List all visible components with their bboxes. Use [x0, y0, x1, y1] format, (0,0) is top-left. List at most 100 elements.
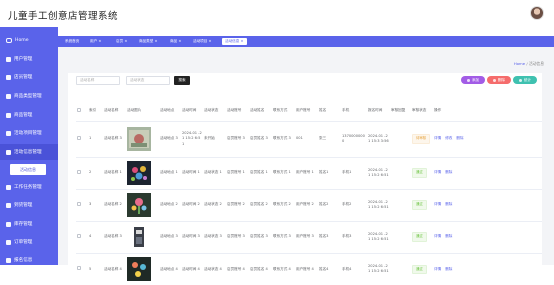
sidebar-item-orders[interactable]: 订单管理 — [0, 234, 58, 250]
sidebar-item-stock[interactable]: 库存管理 — [0, 216, 58, 232]
table-row[interactable]: 4 活动名称 3 活动地点 3 活动时间 3 活动状态 3 店员账号 3 店员姓… — [76, 221, 542, 253]
edit-button[interactable]: 修改 — [445, 136, 452, 140]
sidebar-item-home[interactable]: Home — [0, 32, 58, 48]
main-content: Home / 活动信息 活动名称 活动状态 搜索 添加 删除 统计 索引 活动名… — [58, 47, 554, 282]
cell-uname: 姓名3 — [319, 234, 329, 239]
list-panel: 活动名称 活动状态 搜索 添加 删除 统计 索引 活动名称 活动图片 活动地点 — [68, 73, 542, 282]
cell-acct-name: 店员姓名 2 — [250, 202, 268, 207]
cell-actions: 详情 删除 — [433, 157, 508, 189]
table-row[interactable]: 3 活动名称 2 活动地点 2 活动时间 2 活动状态 2 店员账号 2 店员姓… — [76, 189, 542, 221]
sidebar-item-arrival[interactable]: 到货管理 — [0, 197, 58, 213]
order-icon — [6, 239, 11, 245]
cell-acct: 店员账号 2 — [227, 202, 245, 207]
table-row[interactable]: 5 活动名称 4 活动地点 4 活动时间 4 活动状态 4 店员账号 4 店员姓… — [76, 253, 542, 285]
goods-icon — [6, 112, 11, 118]
delete-row-button[interactable]: 删除 — [445, 170, 452, 174]
cell-place: 活动地点 4 — [160, 266, 178, 271]
activity-status-input[interactable]: 活动状态 — [126, 76, 170, 85]
table-row[interactable]: 1 活动名称 3 活动地点 3 2024-01 -21 15:2 6:51 未开… — [76, 121, 542, 157]
activity-image[interactable] — [127, 161, 151, 185]
activity-name-input[interactable]: 活动名称 — [76, 76, 120, 85]
column-header: 姓名 — [319, 108, 327, 112]
task-icon — [6, 184, 11, 190]
view-button[interactable]: 详情 — [434, 267, 441, 271]
project-icon — [6, 130, 11, 136]
delete-row-button[interactable]: 删除 — [445, 234, 452, 238]
top-header: 儿童手工创意店管理系统 — [0, 0, 554, 27]
sidebar-item-tasks[interactable]: 工作任务管理 — [0, 179, 58, 195]
cell-place: 活动地点 2 — [160, 202, 178, 207]
home-icon — [6, 37, 12, 43]
activity-image[interactable] — [127, 127, 151, 151]
activity-image[interactable] — [127, 257, 151, 282]
search-button[interactable]: 搜索 — [174, 76, 190, 85]
table-row[interactable]: 2 活动名称 1 活动地点 1 活动时间 1 活动状态 1 店员账号 1 店员姓… — [76, 157, 542, 189]
row-checkbox[interactable] — [77, 201, 81, 206]
activity-image[interactable] — [127, 193, 151, 217]
cell-contact: 联系方式 3 — [273, 136, 291, 141]
cell-reply — [390, 253, 411, 285]
delete-row-button[interactable]: 删除 — [445, 267, 452, 271]
sidebar-item-activities[interactable]: 活动信息管理 — [0, 144, 58, 160]
cell-apply-time: 2024-01 -21 15:2 6:51 — [368, 231, 389, 242]
sidebar-item-users[interactable]: 用户管理 — [0, 51, 58, 67]
row-checkbox[interactable] — [77, 266, 81, 270]
delete-button[interactable]: 删除 — [487, 76, 511, 84]
cell-acct: 店员账号 1 — [227, 170, 245, 175]
tab-home[interactable]: 系统首页 — [63, 38, 81, 45]
tab-activities[interactable]: 活动信息 × — [222, 38, 247, 45]
delete-icon — [492, 78, 496, 82]
stats-button[interactable]: 统计 — [513, 76, 537, 84]
sidebar-subitem-activity-info[interactable]: 活动信息 — [10, 164, 46, 175]
add-button[interactable]: 添加 — [461, 76, 485, 84]
cell-place: 活动地点 1 — [160, 170, 178, 175]
cell-status: 活动状态 2 — [204, 202, 222, 207]
sidebar-item-signups[interactable]: 报名信息 — [0, 252, 58, 268]
tab-goods-types[interactable]: 商品类型 × — [137, 38, 160, 45]
audit-status-badge: 待审核 — [412, 134, 431, 144]
cell-acct: 店员账号 4 — [227, 266, 245, 271]
column-header: 活动图片 — [127, 108, 142, 112]
row-checkbox[interactable] — [77, 169, 81, 174]
cell-image[interactable] — [126, 253, 159, 285]
user-avatar[interactable] — [530, 6, 544, 20]
breadcrumb-home[interactable]: Home — [514, 61, 525, 66]
sidebar-item-goods[interactable]: 商品管理 — [0, 107, 58, 123]
delete-row-button[interactable]: 删除 — [456, 136, 463, 140]
cell-time: 活动时间 3 — [182, 234, 200, 239]
sidebar-item-goods-types[interactable]: 商品类型管理 — [0, 88, 58, 104]
tab-users[interactable]: 用户 × — [88, 38, 103, 45]
breadcrumb-current: 活动信息 — [528, 61, 544, 66]
cell-image[interactable] — [126, 189, 159, 221]
cell-phone: 13700000000 — [342, 133, 365, 144]
cell-time: 2024-01 -21 15:2 6:51 — [182, 130, 202, 146]
cell-name: 活动名称 3 — [104, 136, 122, 141]
cell-image[interactable] — [126, 157, 159, 189]
cell-acct-name: 店员姓名 3 — [250, 234, 268, 239]
column-header: 报名时间 — [368, 108, 383, 112]
view-button[interactable]: 详情 — [434, 234, 441, 238]
sidebar-item-clerks[interactable]: 店员管理 — [0, 69, 58, 85]
cell-contact: 联系方式 3 — [273, 234, 291, 239]
view-button[interactable]: 详情 — [434, 136, 441, 140]
tab-goods[interactable]: 商品 × — [168, 38, 183, 45]
tab-projects[interactable]: 活动项目 × — [191, 38, 214, 45]
view-button[interactable]: 详情 — [434, 170, 441, 174]
row-checkbox[interactable] — [77, 135, 81, 140]
sidebar-item-projects[interactable]: 活动项目管理 — [0, 125, 58, 141]
cell-image[interactable] — [126, 221, 159, 253]
cell-actions: 详情 修改 删除 — [433, 121, 508, 157]
delete-row-button[interactable]: 删除 — [445, 202, 452, 206]
view-button[interactable]: 详情 — [434, 202, 441, 206]
cell-apply-time: 2024-01 -21 15:2 6:51 — [368, 199, 389, 210]
activity-image[interactable] — [127, 225, 151, 249]
cell-user: 用户账号 4 — [296, 266, 314, 271]
cell-apply-time: 2024-01 -21 15:2 6:51 — [368, 167, 389, 178]
row-checkbox[interactable] — [77, 233, 81, 238]
cell-image[interactable] — [126, 121, 159, 157]
select-all-checkbox[interactable] — [77, 107, 81, 112]
tab-clerks[interactable]: 店员 × — [114, 38, 129, 45]
column-header: 索引 — [89, 108, 97, 112]
audit-status-badge: 通过 — [412, 264, 427, 274]
column-header: 用户账号 — [296, 108, 311, 112]
